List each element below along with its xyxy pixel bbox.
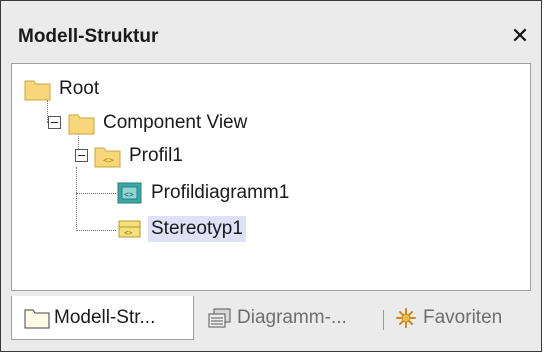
tree-node-component-view[interactable]: Component View [68, 108, 250, 138]
tree-node-stereotyp1[interactable]: <> Stereotyp1 [116, 214, 246, 244]
tab-model-tree[interactable]: Modell-Str... [11, 296, 194, 340]
model-tree-window: Modell-Struktur ✕ Root Component View <>… [0, 0, 542, 352]
collapse-toggle-icon[interactable] [48, 116, 61, 129]
panel-tab-bar: Modell-Str... Diagramm-... Favoriten [11, 296, 531, 344]
tree-node-label: Root [59, 78, 100, 99]
tree-node-label: Stereotyp1 [148, 216, 246, 242]
tab-favorites[interactable]: Favoriten [393, 296, 528, 340]
tab-separator [383, 310, 384, 330]
model-tree: Root Component View <> Profil1 <> Profil… [11, 63, 531, 291]
tab-label: Modell-Str... [54, 306, 156, 328]
svg-text:<>: <> [124, 190, 134, 199]
tree-node-label: Component View [103, 112, 248, 133]
folder-icon [24, 307, 50, 329]
tab-label: Diagramm-... [237, 307, 347, 328]
tree-connector [76, 230, 116, 231]
favorites-star-icon [393, 307, 419, 329]
svg-text:<>: <> [103, 156, 114, 166]
window-title: Modell-Struktur [18, 26, 159, 47]
close-button[interactable]: ✕ [507, 23, 533, 49]
collapse-toggle-icon[interactable] [75, 149, 88, 162]
folder-icon [24, 77, 52, 101]
diagram-tree-icon [207, 307, 233, 329]
tree-connector [76, 167, 77, 231]
stereotype-icon: <> [116, 217, 144, 241]
tree-node-label: Profil1 [129, 145, 183, 166]
tree-node-profildiagramm1[interactable]: <> Profildiagramm1 [116, 178, 292, 208]
tree-node-profil1[interactable]: <> Profil1 [94, 141, 186, 171]
folder-icon [68, 111, 96, 135]
tree-connector [76, 193, 116, 194]
title-bar: Modell-Struktur ✕ [1, 1, 541, 61]
profile-package-icon: <> [94, 144, 122, 168]
tab-diagram-tree[interactable]: Diagramm-... [207, 296, 382, 340]
tree-node-label: Profildiagramm1 [151, 182, 290, 203]
profile-diagram-icon: <> [116, 181, 144, 205]
svg-text:<>: <> [124, 229, 132, 237]
tree-node-root[interactable]: Root [24, 74, 102, 104]
tab-label: Favoriten [423, 307, 503, 328]
